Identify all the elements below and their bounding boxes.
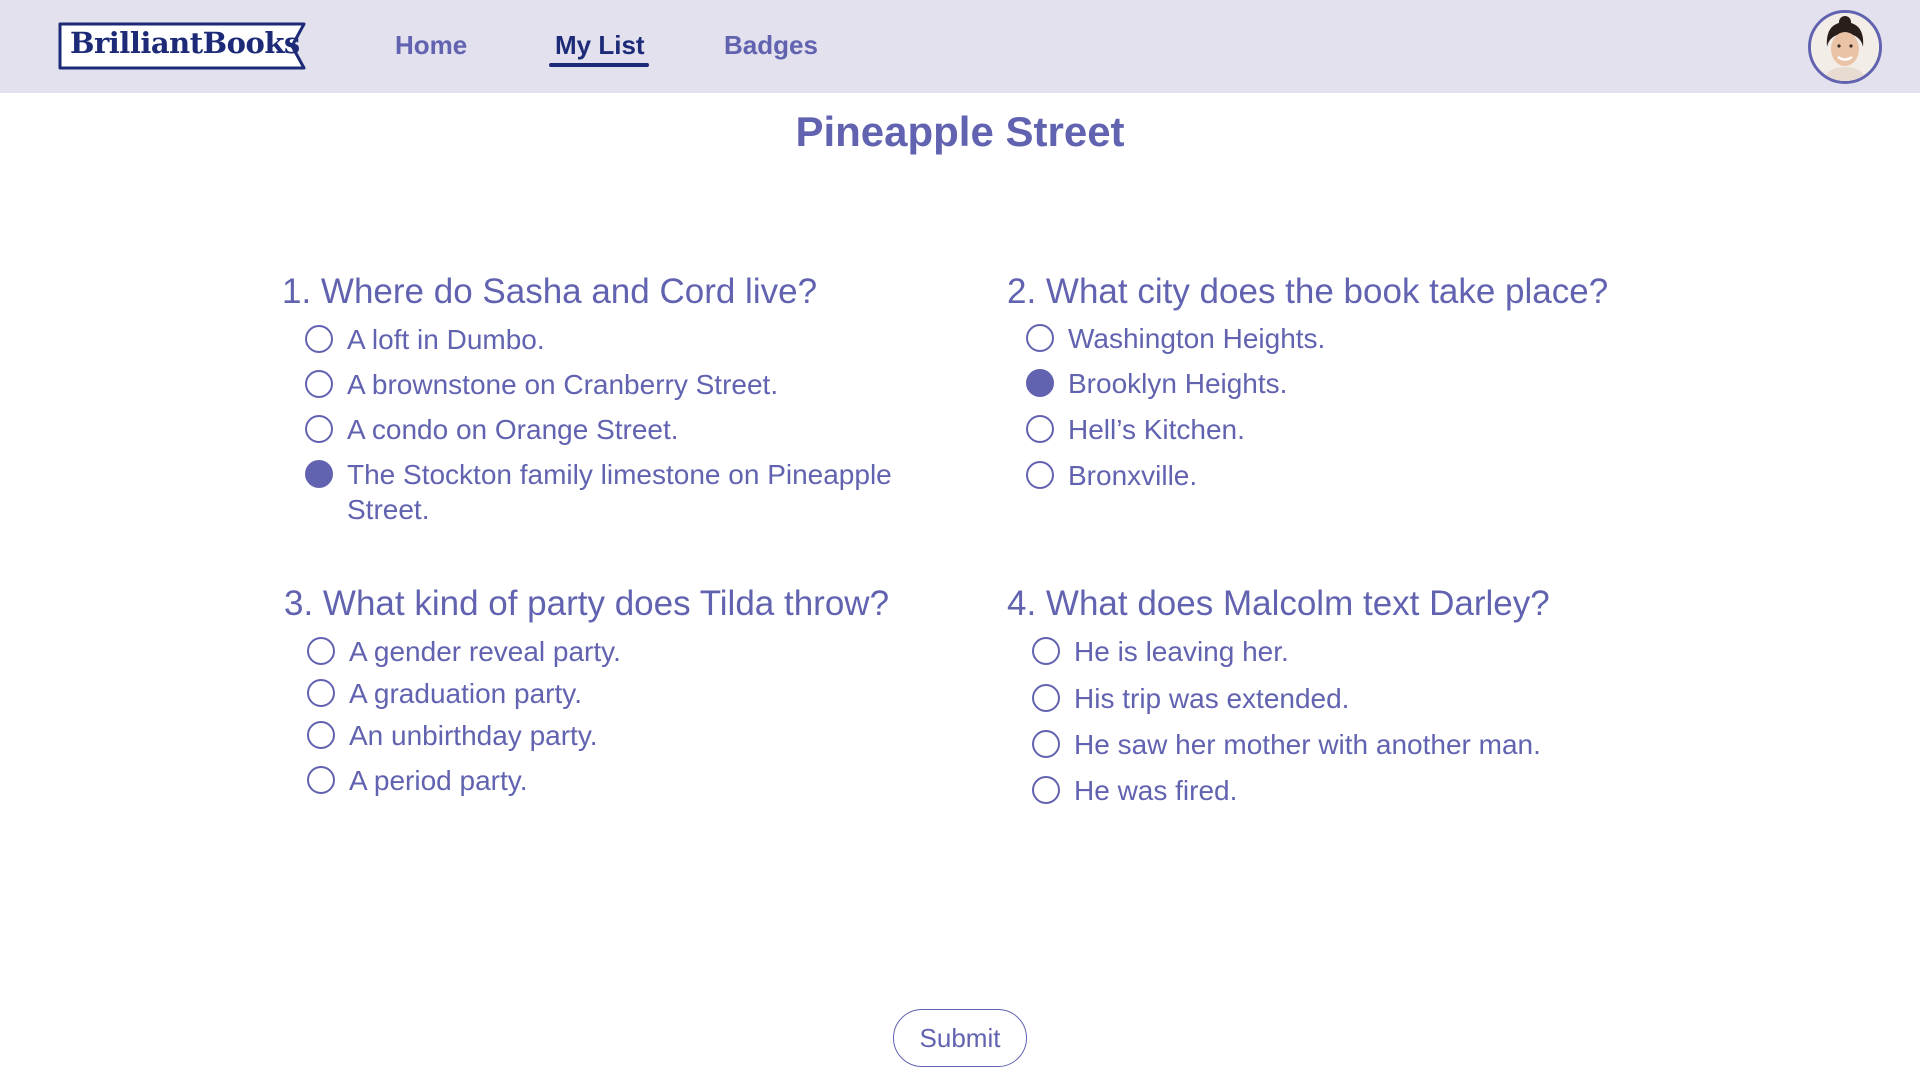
question-1-option-3[interactable]: A condo on Orange Street. (305, 412, 965, 447)
question-1-option-1[interactable]: A loft in Dumbo. (305, 322, 965, 357)
submit-button[interactable]: Submit (893, 1009, 1027, 1067)
radio-button[interactable] (307, 637, 335, 665)
question-4-option-1[interactable]: He is leaving her. (1032, 634, 1652, 669)
question-3-title: 3. What kind of party does Tilda throw? (284, 584, 890, 623)
option-label: A brownstone on Cranberry Street. (347, 369, 779, 400)
question-3-option-3[interactable]: An unbirthday party. (307, 718, 927, 753)
nav-home[interactable]: Home (395, 30, 467, 61)
option-label: A graduation party. (349, 678, 582, 709)
option-label: The Stockton family limestone on Pineapp… (347, 459, 892, 525)
radio-button[interactable] (307, 766, 335, 794)
option-label: A condo on Orange Street. (347, 414, 679, 445)
radio-button[interactable] (1032, 684, 1060, 712)
user-portrait-icon (1811, 13, 1879, 81)
option-label: Washington Heights. (1068, 323, 1326, 354)
radio-button[interactable] (307, 679, 335, 707)
question-4-option-2[interactable]: His trip was extended. (1032, 681, 1652, 716)
page-title: Pineapple Street (795, 108, 1125, 155)
question-4-option-3[interactable]: He saw her mother with another man. (1032, 727, 1652, 762)
option-label: A gender reveal party. (349, 636, 621, 667)
radio-button[interactable] (1032, 730, 1060, 758)
radio-button[interactable] (1026, 324, 1054, 352)
nav-my-list[interactable]: My List (555, 30, 645, 61)
option-label: An unbirthday party. (349, 720, 598, 751)
radio-button-selected[interactable] (305, 460, 333, 488)
question-1-option-4[interactable]: The Stockton family limestone on Pineapp… (305, 457, 965, 527)
radio-button[interactable] (305, 370, 333, 398)
radio-button[interactable] (1026, 415, 1054, 443)
brilliantbooks-logo[interactable]: BrilliantBooks (58, 22, 308, 70)
question-3-option-4[interactable]: A period party. (307, 763, 927, 798)
radio-button[interactable] (1026, 461, 1054, 489)
question-4-option-4[interactable]: He was fired. (1032, 773, 1652, 808)
question-2-option-4[interactable]: Bronxville. (1026, 458, 1646, 493)
nav-badges[interactable]: Badges (724, 30, 818, 61)
radio-button[interactable] (307, 721, 335, 749)
user-avatar[interactable] (1808, 10, 1882, 84)
radio-button[interactable] (305, 415, 333, 443)
question-2-option-3[interactable]: Hell’s Kitchen. (1026, 412, 1646, 447)
question-2-title: 2. What city does the book take place? (1007, 272, 1609, 311)
question-1-option-2[interactable]: A brownstone on Cranberry Street. (305, 367, 965, 402)
radio-button[interactable] (1032, 637, 1060, 665)
question-3-option-2[interactable]: A graduation party. (307, 676, 927, 711)
question-4-title: 4. What does Malcolm text Darley? (1007, 584, 1550, 623)
option-label: A loft in Dumbo. (347, 324, 545, 355)
logo-text: BrilliantBooks (70, 26, 300, 60)
option-label: Hell’s Kitchen. (1068, 414, 1245, 445)
option-label: He is leaving her. (1074, 636, 1289, 667)
radio-button[interactable] (1032, 776, 1060, 804)
question-3-option-1[interactable]: A gender reveal party. (307, 634, 927, 669)
question-1-title: 1. Where do Sasha and Cord live? (282, 272, 818, 311)
option-label: A period party. (349, 765, 528, 796)
option-label: His trip was extended. (1074, 683, 1350, 714)
option-label: Brooklyn Heights. (1068, 368, 1288, 399)
top-navigation-bar: BrilliantBooks Home My List Badges (0, 0, 1920, 93)
active-tab-underline (549, 63, 649, 67)
option-label: He saw her mother with another man. (1074, 729, 1541, 760)
question-2-option-1[interactable]: Washington Heights. (1026, 321, 1646, 356)
radio-button-selected[interactable] (1026, 369, 1054, 397)
option-label: He was fired. (1074, 775, 1238, 806)
question-2-option-2[interactable]: Brooklyn Heights. (1026, 366, 1646, 401)
option-label: Bronxville. (1068, 460, 1198, 491)
radio-button[interactable] (305, 325, 333, 353)
